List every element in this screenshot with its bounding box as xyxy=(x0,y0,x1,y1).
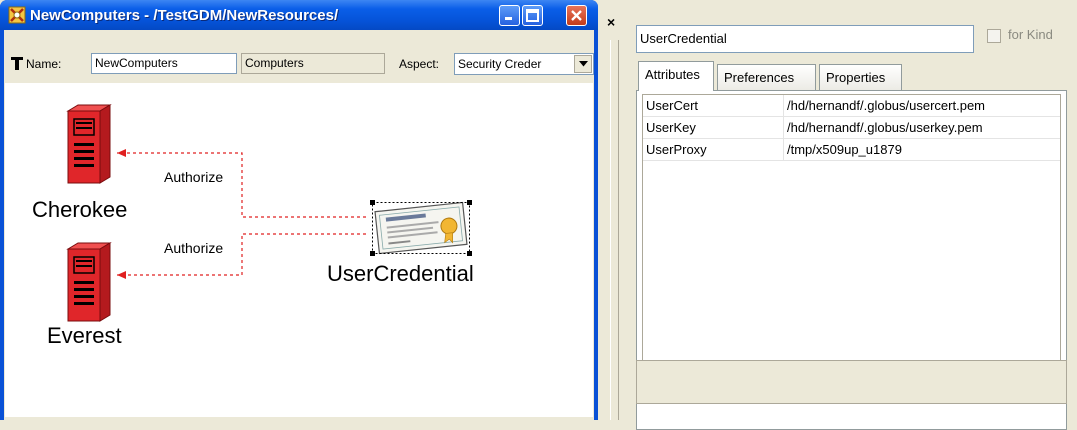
aspect-label: Aspect: xyxy=(399,57,440,71)
kind-field: Computers xyxy=(241,53,385,74)
table-row[interactable]: UserCert /hd/hernandf/.globus/usercert.p… xyxy=(643,95,1060,117)
attribute-value[interactable]: /tmp/x509up_u1879 xyxy=(787,142,902,157)
certificate-icon[interactable] xyxy=(369,199,473,257)
node-label-cherokee: Cherokee xyxy=(32,197,128,222)
column-divider xyxy=(783,117,784,139)
close-panel-icon[interactable]: × xyxy=(607,14,615,30)
panel-splitter[interactable]: × xyxy=(598,0,626,420)
dropdown-arrow-icon[interactable] xyxy=(574,55,592,73)
attribute-value[interactable]: /hd/hernandf/.globus/usercert.pem xyxy=(787,98,985,113)
maximize-icon xyxy=(526,9,539,22)
table-row[interactable]: UserProxy /tmp/x509up_u1879 xyxy=(643,139,1060,161)
edge-label-authorize-1: Authorize xyxy=(164,169,224,185)
object-name-field[interactable]: UserCredential xyxy=(636,25,974,53)
minimize-icon xyxy=(505,17,512,20)
arrowhead-cherokee xyxy=(117,149,126,157)
model-window: NewComputers - /TestGDM/NewResources/ Na… xyxy=(0,0,598,420)
for-kind-label: for Kind xyxy=(1008,27,1053,42)
aspect-value: Security Creder xyxy=(458,57,542,71)
type-icon xyxy=(11,57,23,70)
node-label-usercredential: UserCredential xyxy=(327,261,474,286)
attribute-value[interactable]: /hd/hernandf/.globus/userkey.pem xyxy=(787,120,983,135)
tab-preferences[interactable]: Preferences xyxy=(717,64,816,90)
splitter-grip[interactable] xyxy=(610,40,619,420)
object-inspector: UserCredential for Kind Attributes Prefe… xyxy=(626,0,1077,430)
close-button[interactable] xyxy=(566,5,587,26)
maximize-button[interactable] xyxy=(522,5,543,26)
column-divider xyxy=(783,95,784,117)
authorize-connection-cherokee[interactable] xyxy=(117,152,366,218)
edge-label-authorize-2: Authorize xyxy=(164,240,224,256)
title-bar[interactable]: NewComputers - /TestGDM/NewResources/ xyxy=(0,0,598,30)
tab-properties[interactable]: Properties xyxy=(819,64,902,90)
server-icon[interactable] xyxy=(66,241,112,323)
properties-toolbar: Name: NewComputers Computers Aspect: Sec… xyxy=(4,30,594,75)
arrowhead-everest xyxy=(117,271,126,279)
minimize-button[interactable] xyxy=(499,5,520,26)
model-canvas[interactable]: Cherokee Everest Authorize Authorize Use… xyxy=(5,83,593,417)
gme-app-icon xyxy=(8,6,26,24)
attribute-name: UserKey xyxy=(646,120,696,135)
name-label: Name: xyxy=(26,57,62,71)
table-row[interactable]: UserKey /hd/hernandf/.globus/userkey.pem xyxy=(643,117,1060,139)
window-title: NewComputers - /TestGDM/NewResources/ xyxy=(30,7,339,24)
close-icon xyxy=(571,10,582,21)
name-field[interactable]: NewComputers xyxy=(91,53,237,74)
description-box xyxy=(636,360,1067,404)
aspect-select[interactable]: Security Creder xyxy=(454,53,594,75)
server-icon[interactable] xyxy=(66,103,112,185)
node-label-everest: Everest xyxy=(47,323,122,348)
for-kind-checkbox[interactable] xyxy=(987,29,1001,43)
attribute-name: UserCert xyxy=(646,98,699,113)
tab-attributes[interactable]: Attributes xyxy=(638,61,714,91)
column-divider xyxy=(783,139,784,161)
attributes-table: UserCert /hd/hernandf/.globus/usercert.p… xyxy=(642,94,1061,386)
attribute-name: UserProxy xyxy=(646,142,707,157)
